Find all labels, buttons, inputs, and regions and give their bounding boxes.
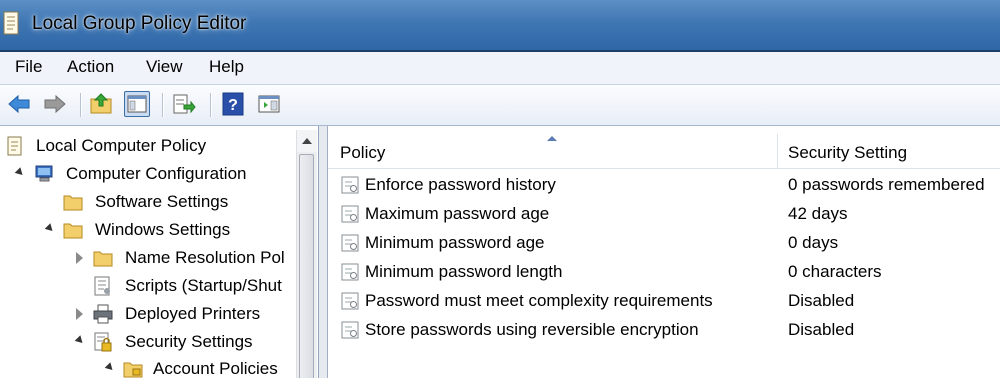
column-header-policy[interactable]: Policy (340, 143, 385, 163)
menu-action[interactable]: Action (67, 57, 114, 77)
pane-splitter[interactable] (319, 126, 328, 378)
tree-label: Software Settings (95, 192, 229, 211)
menu-help[interactable]: Help (209, 57, 244, 77)
policy-name: Enforce password history (365, 175, 556, 194)
tree-label: Local Computer Policy (36, 136, 207, 155)
toolbar-separator (162, 93, 164, 117)
security-setting-value: Disabled (788, 320, 855, 339)
policy-setting-icon (340, 204, 360, 224)
security-setting-value: Disabled (788, 291, 855, 310)
security-setting-value: 0 days (788, 233, 839, 252)
policy-row[interactable]: Enforce password history 0 passwords rem… (328, 171, 1000, 200)
toolbar: ? (0, 85, 1000, 126)
sort-ascending-icon (547, 136, 557, 141)
expander-open-icon[interactable] (104, 362, 116, 373)
computer-icon (34, 163, 56, 185)
policy-name: Maximum password age (365, 204, 550, 223)
list-header: Policy Security Setting (328, 134, 1000, 169)
scroll-thumb[interactable] (299, 154, 314, 378)
policy-setting-icon (340, 175, 360, 195)
show-hide-tree-icon[interactable] (124, 91, 150, 117)
printer-icon (92, 303, 114, 325)
tree-label: Windows Settings (95, 220, 231, 239)
tree-label: Name Resolution Pol (125, 248, 285, 267)
security-icon (92, 331, 114, 353)
policy-setting-icon (340, 262, 360, 282)
tree-label: Scripts (Startup/Shut (125, 276, 282, 295)
policy-row[interactable]: Password must meet complexity requiremen… (328, 287, 1000, 316)
menu-bar: File Action View Help (0, 52, 1000, 85)
forward-icon[interactable] (42, 91, 68, 117)
toolbar-separator (80, 93, 82, 117)
tree-label: Account Policies (153, 359, 278, 378)
console-tree[interactable]: Local Computer Policy Computer Configura… (0, 126, 319, 378)
policy-scroll-icon (4, 135, 26, 157)
toolbar-separator (210, 93, 212, 117)
tree-label: Security Settings (125, 332, 253, 351)
group-policy-editor-window: Local Group Policy Editor File Action Vi… (0, 0, 1000, 378)
expander-open-icon[interactable] (44, 223, 56, 234)
folder-icon (92, 247, 114, 269)
policy-name: Minimum password age (365, 233, 545, 252)
security-setting-value: 42 days (788, 204, 848, 223)
expander-open-icon[interactable] (14, 167, 26, 178)
policy-setting-icon (340, 233, 360, 253)
security-setting-value: 0 passwords remembered (788, 175, 985, 194)
svg-text:?: ? (228, 97, 238, 114)
window-title: Local Group Policy Editor (32, 13, 247, 34)
scripts-icon (92, 275, 114, 297)
policy-row[interactable]: Store passwords using reversible encrypt… (328, 316, 1000, 345)
policy-name: Password must meet complexity requiremen… (365, 291, 713, 310)
title-bar[interactable]: Local Group Policy Editor (0, 0, 1000, 52)
details-pane: Policy Security Setting Enforce password… (328, 126, 1000, 378)
expander-open-icon[interactable] (74, 335, 86, 346)
tree-label: Computer Configuration (66, 164, 247, 183)
menu-view[interactable]: View (146, 57, 183, 77)
up-folder-icon[interactable] (88, 91, 114, 117)
locked-folder-icon (122, 358, 144, 378)
expander-closed-icon[interactable] (76, 308, 83, 320)
menu-file[interactable]: File (15, 57, 42, 77)
folder-icon (62, 219, 84, 241)
policy-row[interactable]: Maximum password age 42 days (328, 200, 1000, 229)
export-list-icon[interactable] (170, 91, 196, 117)
help-icon[interactable]: ? (220, 91, 246, 117)
column-divider[interactable] (777, 134, 778, 168)
tree-label: Deployed Printers (125, 304, 261, 323)
main-content: Local Computer Policy Computer Configura… (0, 126, 1000, 378)
show-hide-action-pane-icon[interactable] (256, 91, 282, 117)
scroll-up-arrow-icon[interactable] (297, 130, 317, 152)
folder-icon (62, 191, 84, 213)
policy-setting-icon (340, 291, 360, 311)
security-setting-value: 0 characters (788, 262, 882, 281)
policy-row[interactable]: Minimum password length 0 characters (328, 258, 1000, 287)
policy-name: Store passwords using reversible encrypt… (365, 320, 699, 339)
policy-row[interactable]: Minimum password age 0 days (328, 229, 1000, 258)
tree-scrollbar[interactable] (296, 130, 317, 378)
policy-app-icon[interactable] (2, 10, 20, 36)
expander-closed-icon[interactable] (76, 252, 83, 264)
policy-setting-icon (340, 320, 360, 340)
policy-name: Minimum password length (365, 262, 563, 281)
back-icon[interactable] (6, 91, 32, 117)
column-header-security-setting[interactable]: Security Setting (788, 143, 907, 163)
